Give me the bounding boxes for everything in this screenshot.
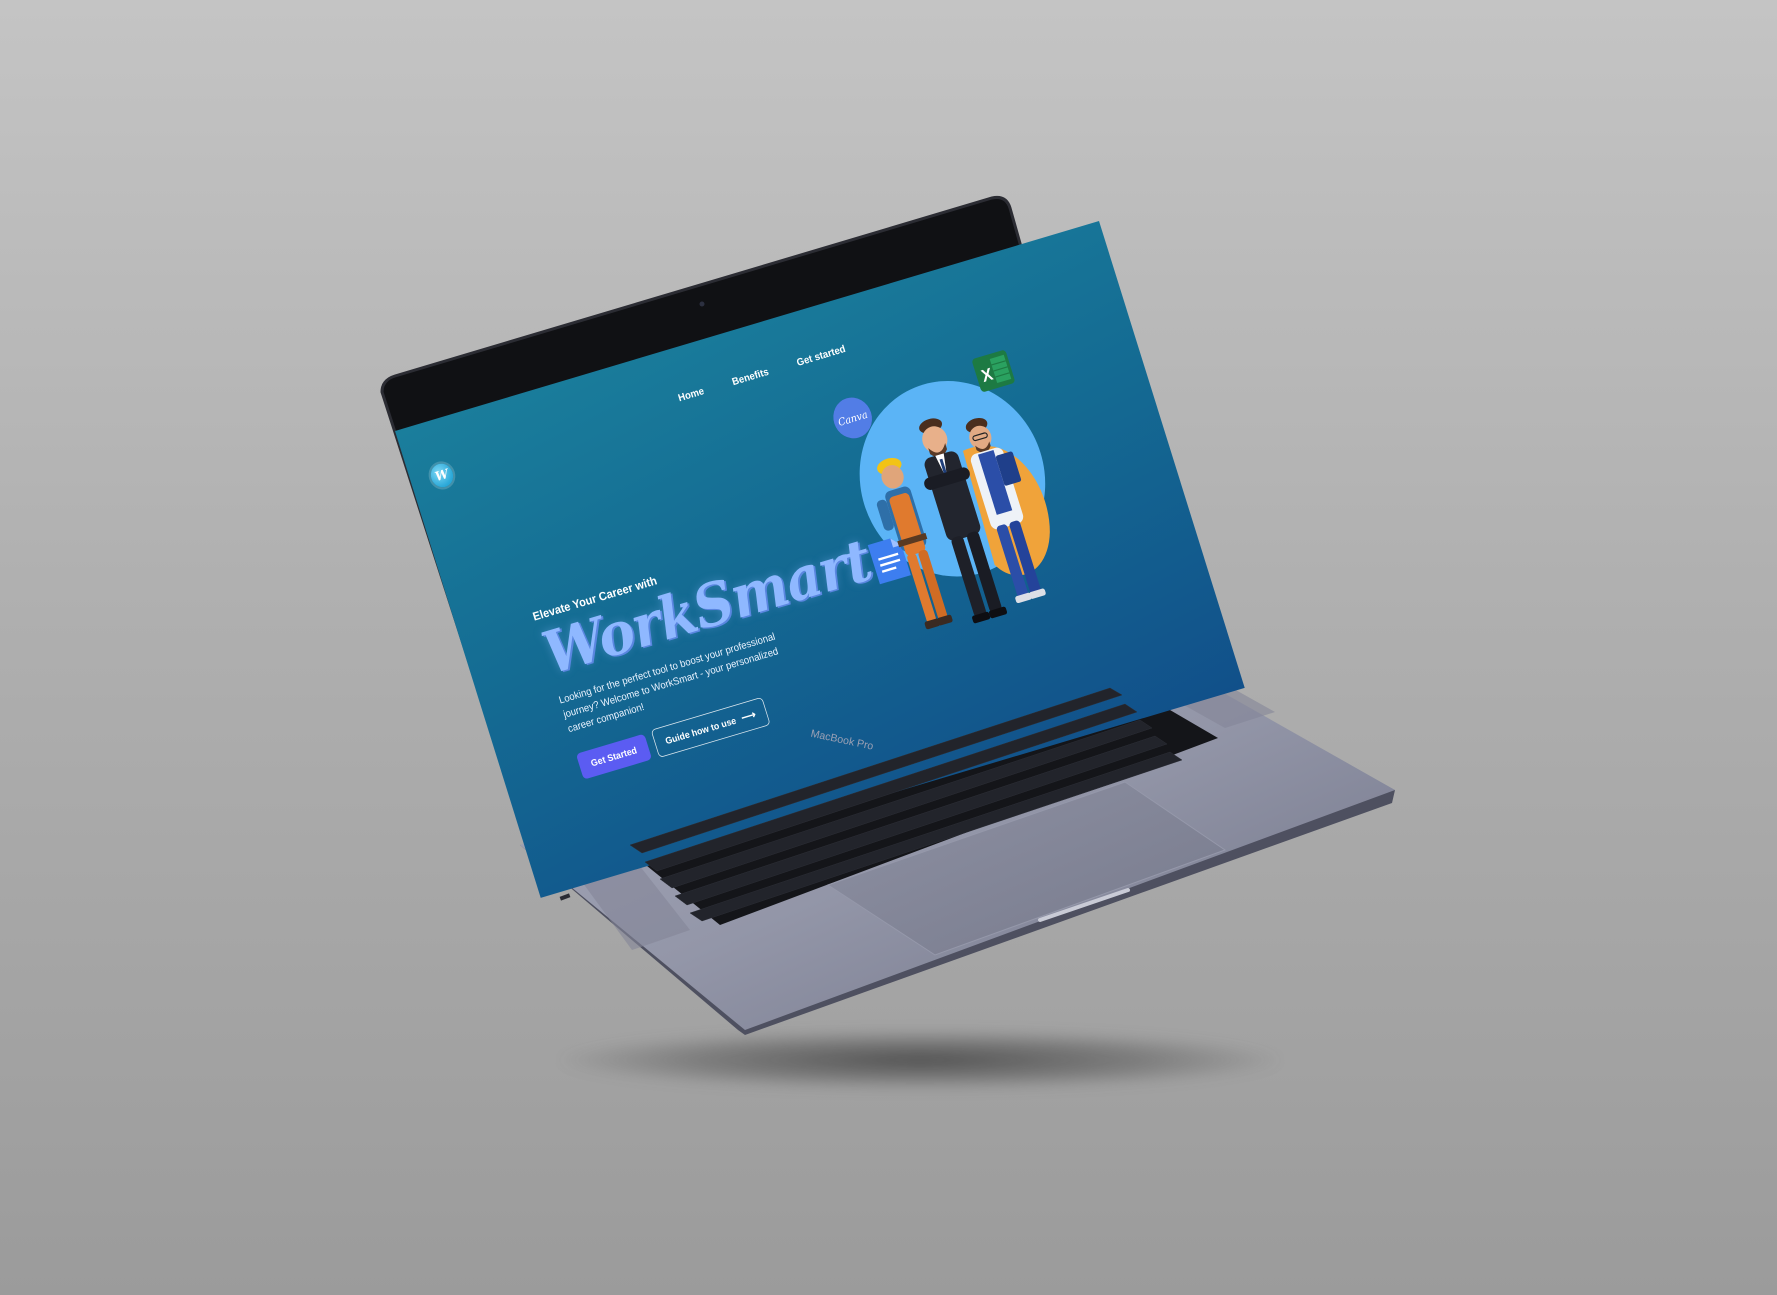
key-row [659, 719, 1153, 889]
mockup-scene: W Home Benefits Get started Elevate Your… [0, 0, 1777, 1295]
key-row [629, 687, 1123, 854]
keyboard-keys [629, 687, 1183, 922]
